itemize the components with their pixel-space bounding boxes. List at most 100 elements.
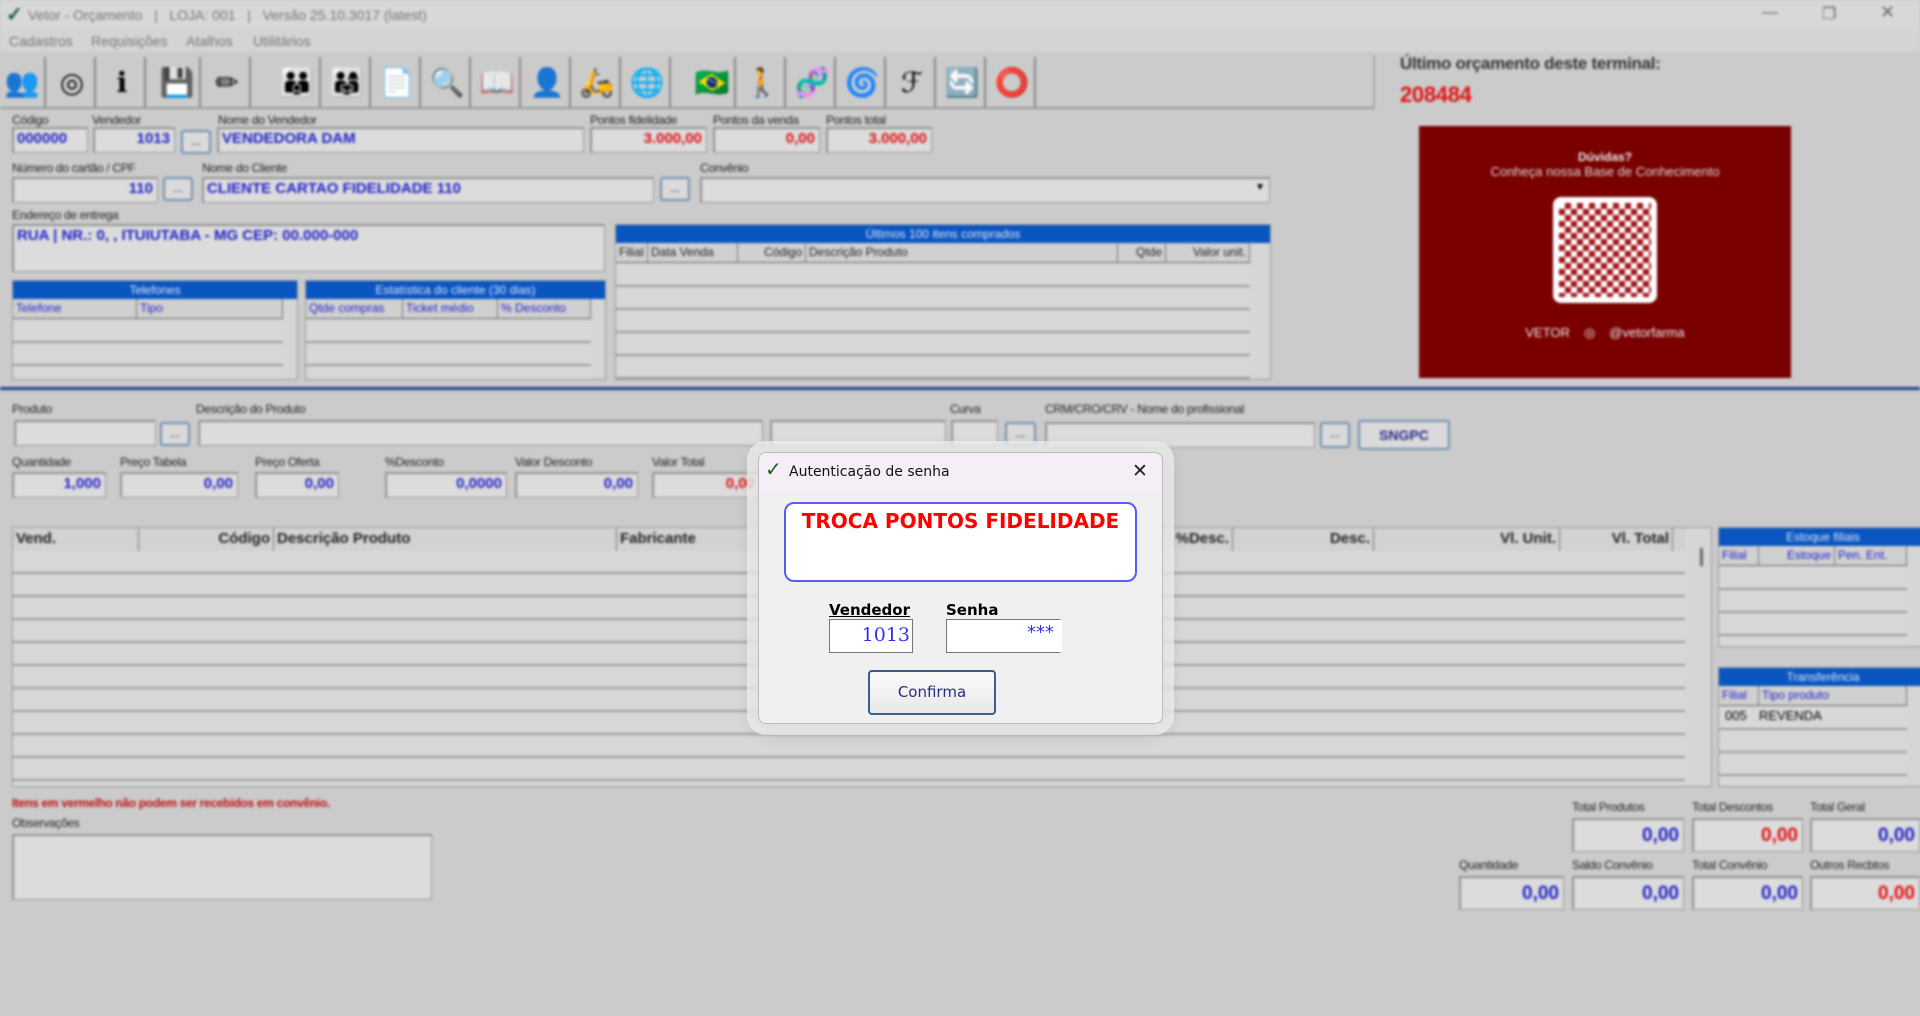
person-icon: 👤 xyxy=(529,66,565,98)
vendedor-label: Vendedor xyxy=(92,113,141,127)
endereco-field[interactable]: RUA | NR.: 0, , ITUIUTABA - MG CEP: 00.0… xyxy=(12,224,605,272)
col-filial[interactable]: Filial xyxy=(1719,546,1759,565)
produto-field[interactable] xyxy=(14,420,156,446)
restore-icon[interactable]: ❐ xyxy=(1822,4,1836,24)
circle-button[interactable]: ⭕ xyxy=(990,57,1036,107)
grid-col-0[interactable]: Vend. xyxy=(13,528,139,551)
col-codigo[interactable]: Código xyxy=(738,243,806,262)
cliente-lookup-button[interactable]: ... xyxy=(660,177,690,201)
col-filial[interactable]: Filial xyxy=(1719,686,1759,705)
toolbar: 👥 ◎ ℹ 💾 ✏ 👪 👨‍👩‍👧 📄 🔍 📖 👤 🛵 🌐 🇧🇷 🚶 🧬 🌀 ℱ 🔄 ⭕ xyxy=(0,55,1375,109)
col-pen-ent[interactable]: Pen. Ent. xyxy=(1835,546,1907,565)
confirma-button[interactable]: Confirma xyxy=(868,670,996,715)
convenio-select[interactable]: ▼ xyxy=(700,177,1270,203)
codigo-field[interactable]: 000000 xyxy=(12,127,88,153)
customer-card-button[interactable]: 👨‍👩‍👧 xyxy=(325,57,371,107)
curva-lookup-button[interactable]: ... xyxy=(1005,422,1036,446)
total-field-1[interactable]: 0,00 xyxy=(1692,818,1803,852)
last-budget-label: Último orçamento deste terminal: xyxy=(1400,54,1661,73)
table-row[interactable]: 005 REVENDA xyxy=(1719,708,1822,723)
extra-field[interactable] xyxy=(770,420,946,446)
save-icon: 💾 xyxy=(159,66,195,98)
grid-col-1[interactable]: Código xyxy=(139,528,274,551)
add-user-button[interactable]: 👥 xyxy=(0,57,46,107)
col-ticket-medio[interactable]: Ticket médio xyxy=(403,299,498,318)
dna-button[interactable]: 🧬 xyxy=(790,57,836,107)
col-qtde[interactable]: Qtde xyxy=(1118,243,1166,262)
grid-scrollbar[interactable] xyxy=(1700,548,1703,566)
customers-button[interactable]: 👪 xyxy=(275,57,321,107)
senha-input[interactable]: *** xyxy=(946,619,1062,653)
person-button[interactable]: 👤 xyxy=(525,57,571,107)
edit-button[interactable]: ✏ xyxy=(205,57,251,107)
nome-vendedor-field[interactable]: VENDEDORA DAM xyxy=(217,127,584,153)
grid-col-8[interactable]: Vl. Unit. xyxy=(1374,528,1560,551)
col-descricao[interactable]: Descrição Produto xyxy=(806,243,1118,262)
save-button[interactable]: 💾 xyxy=(155,57,201,107)
info-button[interactable]: ℹ xyxy=(100,57,146,107)
valor-field-1[interactable]: 0,00 xyxy=(120,472,238,498)
crm-lookup-button[interactable]: ... xyxy=(1320,422,1350,448)
valor-field-0[interactable]: 1,000 xyxy=(12,472,106,498)
copy-document-button[interactable]: 📄 xyxy=(375,57,421,107)
total-field-2[interactable]: 0,00 xyxy=(1810,818,1920,852)
col-desconto[interactable]: % Desconto xyxy=(498,299,591,318)
customer-card-icon: 👨‍👩‍👧 xyxy=(329,66,365,98)
refresh-button[interactable]: 🔄 xyxy=(940,57,986,107)
close-window-icon[interactable]: ✕ xyxy=(1880,2,1895,23)
total-field-0[interactable]: 0,00 xyxy=(1572,818,1684,852)
spiral-button[interactable]: 🌀 xyxy=(840,57,886,107)
col-valor-unit[interactable]: Valor unit. xyxy=(1166,243,1250,262)
nome-cliente-field[interactable]: CLIENTE CARTAO FIDELIDADE 110 xyxy=(202,177,654,203)
pontos-fidelidade-field[interactable]: 3.000,00 xyxy=(590,127,707,153)
search-button[interactable]: 🔍 xyxy=(425,57,471,107)
pontos-total-field[interactable]: 3.000,00 xyxy=(826,127,932,153)
descricao-produto-field[interactable] xyxy=(198,420,763,446)
grid-col-9[interactable]: Vl. Total xyxy=(1560,528,1673,551)
total-field-5[interactable]: 0,00 xyxy=(1692,876,1803,910)
book-button[interactable]: 📖 xyxy=(475,57,521,107)
col-telefone[interactable]: Telefone xyxy=(13,299,137,318)
col-estoque[interactable]: Estoque xyxy=(1759,546,1835,565)
knowledge-base-banner[interactable]: Dúvidas? Conheça nossa Base de Conhecime… xyxy=(1419,126,1791,378)
valor-field-2[interactable]: 0,00 xyxy=(255,472,339,498)
web-shop-button[interactable]: 🌐 xyxy=(625,57,671,107)
pontos-venda-field[interactable]: 0,00 xyxy=(713,127,820,153)
minimize-icon[interactable]: — xyxy=(1762,4,1778,22)
valor-field-3[interactable]: 0,0000 xyxy=(385,472,507,498)
valor-field-5[interactable]: 0,00 xyxy=(652,472,760,498)
produto-lookup-button[interactable]: ... xyxy=(160,422,190,446)
delivery-button[interactable]: 🛵 xyxy=(575,57,621,107)
col-tipo-produto[interactable]: Tipo produto xyxy=(1759,686,1907,705)
curva-field[interactable] xyxy=(951,420,998,446)
estatistica-panel: Estatística do cliente (30 dias) Qtde co… xyxy=(305,280,606,380)
col-filial[interactable]: Filial xyxy=(616,243,648,262)
valor-field-4[interactable]: 0,00 xyxy=(515,472,638,498)
cartao-field[interactable]: 110 xyxy=(12,177,158,203)
vendedor-lookup-button[interactable]: ... xyxy=(181,130,211,154)
accessibility-button[interactable]: 🚶 xyxy=(740,57,786,107)
menu-atalhos[interactable]: Atalhos xyxy=(186,33,233,49)
total-label-3: Quantidade xyxy=(1459,858,1519,872)
close-icon[interactable]: ✕ xyxy=(1132,460,1148,482)
observacoes-textarea[interactable] xyxy=(12,834,432,900)
cartao-lookup-button[interactable]: ... xyxy=(163,177,193,201)
brazil-flag-button[interactable]: 🇧🇷 xyxy=(690,57,736,107)
total-field-4[interactable]: 0,00 xyxy=(1572,876,1684,910)
col-qtde-compras[interactable]: Qtde compras xyxy=(306,299,403,318)
total-field-3[interactable]: 0,00 xyxy=(1459,876,1564,910)
sync-button[interactable]: ◎ xyxy=(50,57,96,107)
lf-button[interactable]: ℱ xyxy=(890,57,936,107)
grid-col-7[interactable]: Desc. xyxy=(1233,528,1374,551)
menu-utilitarios[interactable]: Utilitários xyxy=(253,33,311,49)
menu-requisicoes[interactable]: Requisições xyxy=(91,33,167,49)
col-tipo[interactable]: Tipo xyxy=(137,299,283,318)
total-field-6[interactable]: 0,00 xyxy=(1810,876,1920,910)
vendedor-input[interactable]: 1013 xyxy=(829,619,913,653)
col-data-venda[interactable]: Data Venda xyxy=(648,243,738,262)
crm-field[interactable] xyxy=(1045,422,1315,448)
grid-col-2[interactable]: Descrição Produto xyxy=(274,528,617,551)
vendedor-field[interactable]: 1013 xyxy=(93,127,175,153)
menu-cadastros[interactable]: Cadastros xyxy=(9,33,73,49)
sngpc-button[interactable]: SNGPC xyxy=(1358,420,1450,450)
